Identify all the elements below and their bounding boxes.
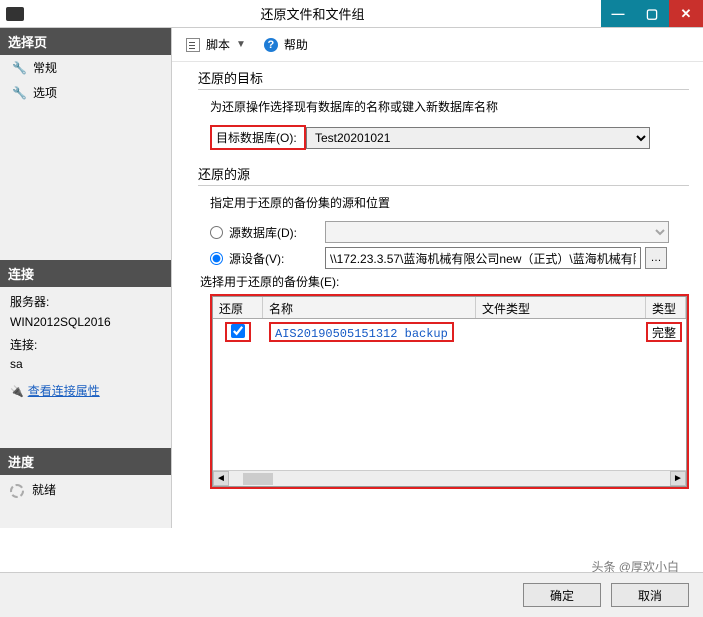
progress-head: 进度 <box>0 448 171 475</box>
col-name[interactable]: 名称 <box>263 297 476 318</box>
col-filetype[interactable]: 文件类型 <box>476 297 646 318</box>
help-icon: ? <box>264 38 278 52</box>
conn-label: 连接: <box>10 336 161 355</box>
view-conn-props-link[interactable]: 查看连接属性 <box>28 384 100 398</box>
source-db-select <box>325 221 669 243</box>
script-dropdown-icon[interactable]: ▼ <box>236 39 246 50</box>
wrench-icon: 🔧 <box>12 61 27 75</box>
source-device-label: 源设备(V): <box>229 250 325 267</box>
dest-desc: 为还原操作选择现有数据库的名称或键入新数据库名称 <box>210 98 689 115</box>
minimize-button[interactable]: — <box>601 0 635 27</box>
cancel-button[interactable]: 取消 <box>611 583 689 607</box>
left-panel: 选择页 🔧常规 🔧选项 连接 服务器: WIN2012SQL2016 连接: s… <box>0 28 172 528</box>
source-db-label: 源数据库(D): <box>229 224 325 241</box>
footer: 确定 取消 <box>0 572 703 617</box>
server-label: 服务器: <box>10 293 161 312</box>
select-page-head: 选择页 <box>0 28 171 55</box>
page-general[interactable]: 🔧常规 <box>0 55 171 80</box>
window-title: 还原文件和文件组 <box>24 4 601 23</box>
app-icon <box>6 7 24 21</box>
connect-head: 连接 <box>0 260 171 287</box>
scroll-thumb[interactable] <box>243 473 273 485</box>
close-button[interactable]: ✕ <box>669 0 703 27</box>
scroll-right-icon[interactable]: ► <box>670 471 686 486</box>
spinner-icon <box>10 484 24 498</box>
plug-icon: 🔌 <box>10 384 24 402</box>
col-restore[interactable]: 还原 <box>213 297 263 318</box>
table-row[interactable]: AIS20190505151312 backup 完整 <box>213 319 686 345</box>
toolbar: 脚本 ▼ ? 帮助 <box>172 28 703 62</box>
ok-button[interactable]: 确定 <box>523 583 601 607</box>
scroll-left-icon[interactable]: ◄ <box>213 471 229 486</box>
backup-type: 完整 <box>646 322 682 342</box>
dest-title: 还原的目标 <box>198 68 689 87</box>
backup-name: AIS20190505151312 backup <box>275 327 448 341</box>
dest-db-label: 目标数据库(O): <box>210 125 306 150</box>
source-device-radio[interactable] <box>210 252 223 265</box>
wrench-icon: 🔧 <box>12 86 27 100</box>
browse-button[interactable]: … <box>645 247 667 269</box>
backup-sets-grid: 还原 名称 文件类型 类型 AIS20190505151312 backup 完… <box>210 294 689 489</box>
dest-db-select[interactable]: Test20201021 <box>306 127 650 149</box>
script-button[interactable]: 脚本 <box>206 36 230 53</box>
server-value: WIN2012SQL2016 <box>10 313 161 332</box>
help-button[interactable]: 帮助 <box>284 36 308 53</box>
source-db-radio[interactable] <box>210 226 223 239</box>
script-icon <box>186 38 200 52</box>
grid-scrollbar[interactable]: ◄ ► <box>213 470 686 486</box>
conn-value: sa <box>10 355 161 374</box>
status-text: 就绪 <box>32 483 56 497</box>
page-options[interactable]: 🔧选项 <box>0 80 171 105</box>
device-path-input[interactable] <box>325 247 641 269</box>
source-title: 还原的源 <box>198 164 689 183</box>
restore-checkbox[interactable] <box>231 324 245 338</box>
select-sets-label: 选择用于还原的备份集(E): <box>200 273 339 290</box>
maximize-button[interactable]: ▢ <box>635 0 669 27</box>
col-type[interactable]: 类型 <box>646 297 686 318</box>
source-desc: 指定用于还原的备份集的源和位置 <box>210 194 689 211</box>
